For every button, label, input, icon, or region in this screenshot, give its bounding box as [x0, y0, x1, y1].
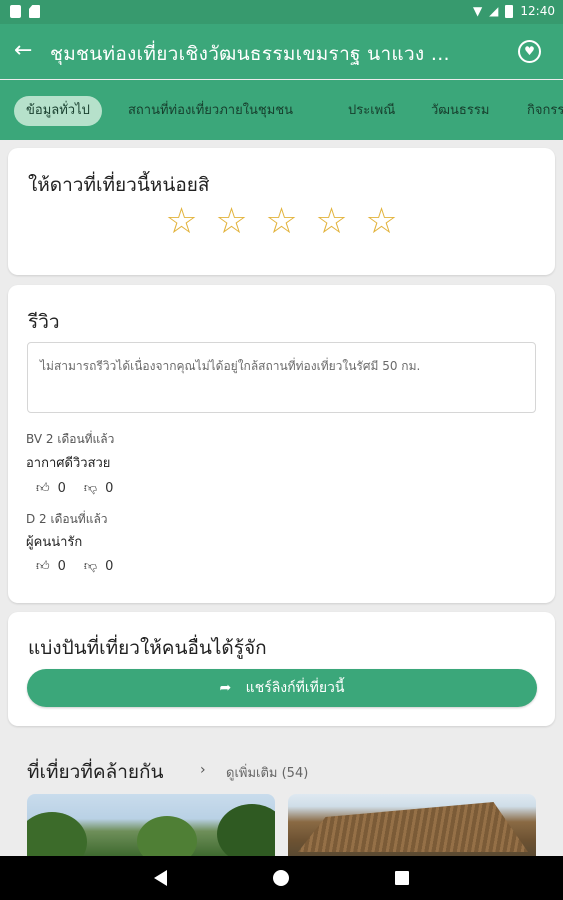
star-icon-4[interactable]: ☆ — [313, 204, 350, 240]
dislike-count: 0 — [105, 559, 114, 574]
nav-recents-icon[interactable] — [395, 871, 409, 885]
thumbs-up-icon: 👍︎ — [36, 559, 50, 574]
share-card: แบ่งปันที่เที่ยวให้คนอื่นได้รู้จัก ➦ แชร… — [8, 612, 555, 726]
similar-place-image-2[interactable] — [288, 794, 536, 856]
share-link-button[interactable]: ➦ แชร์ลิงก์ที่เที่ยวนี้ — [27, 669, 537, 707]
notification-icon — [10, 5, 21, 18]
review-meta: D 2 เดือนที่แล้ว — [26, 512, 108, 526]
dislike-button[interactable]: 👎︎ 0 — [84, 481, 113, 496]
star-rating: ☆ ☆ ☆ ☆ ☆ — [163, 204, 400, 240]
share-title: แบ่งปันที่เที่ยวให้คนอื่นได้รู้จัก — [28, 637, 267, 659]
chevron-right-icon[interactable]: › — [200, 762, 206, 778]
signal-icon: ◢ — [489, 4, 499, 18]
back-arrow-icon[interactable]: ← — [14, 38, 32, 64]
review-actions: 👍︎ 0 👎︎ 0 — [36, 559, 113, 574]
app-bar: ← ชุมชนท่องเที่ยวเชิงวัฒนธรรมเขมราฐ นาแว… — [0, 24, 563, 79]
review-text: ผู้คนน่ารัก — [26, 535, 83, 550]
status-time: 12:40 — [520, 4, 555, 18]
tab-traditions[interactable]: ประเพณี — [336, 96, 407, 126]
review-title: รีวิว — [28, 311, 60, 333]
see-more-link[interactable]: ดูเพิ่มเติม (54) — [226, 762, 308, 783]
battery-icon — [505, 4, 514, 18]
share-button-label: แชร์ลิงก์ที่เที่ยวนี้ — [245, 680, 345, 696]
nav-home-icon[interactable] — [273, 870, 289, 886]
review-text: อากาศดีวิวสวย — [26, 456, 111, 471]
thumbs-down-icon: 👎︎ — [83, 559, 98, 574]
tab-attractions[interactable]: สถานที่ท่องเที่ยวภายในชุมชน — [116, 96, 305, 126]
status-bar: ▼ ◢ 12:40 — [0, 0, 563, 24]
thumbs-up-icon: 👍︎ — [36, 481, 50, 496]
page-title: ชุมชนท่องเที่ยวเชิงวัฒนธรรมเขมราฐ นาแวง … — [50, 43, 450, 65]
share-arrow-icon: ➦ — [219, 680, 232, 696]
favorite-heart-icon[interactable]: ♥ — [518, 40, 541, 63]
sd-card-icon — [29, 5, 40, 18]
rating-card: ให้ดาวที่เที่ยวนี้หน่อยสิ ☆ ☆ ☆ ☆ ☆ — [8, 148, 555, 275]
tab-bar: ข้อมูลทั่วไป สถานที่ท่องเที่ยวภายในชุมชน… — [0, 80, 563, 140]
like-count: 0 — [57, 481, 66, 496]
rating-title: ให้ดาวที่เที่ยวนี้หน่อยสิ — [28, 174, 210, 196]
like-button[interactable]: 👍︎ 0 — [36, 559, 66, 574]
dislike-button[interactable]: 👎︎ 0 — [84, 559, 113, 574]
star-icon-1[interactable]: ☆ — [163, 204, 200, 240]
review-meta: BV 2 เดือนที่แล้ว — [26, 432, 115, 446]
like-count: 0 — [57, 559, 66, 574]
wifi-icon: ▼ — [472, 4, 483, 18]
review-card: รีวิว ไม่สามารถรีวิวได้เนื่องจากคุณไม่ได… — [8, 285, 555, 603]
similar-place-image-1[interactable] — [27, 794, 275, 856]
nav-back-icon[interactable] — [154, 870, 167, 886]
review-actions: 👍︎ 0 👎︎ 0 — [36, 481, 113, 496]
tab-general-info[interactable]: ข้อมูลทั่วไป — [14, 96, 102, 126]
thumbs-down-icon: 👎︎ — [83, 481, 98, 496]
star-icon-3[interactable]: ☆ — [263, 204, 300, 240]
similar-places-title: ที่เที่ยวที่คล้ายกัน — [27, 761, 164, 783]
dislike-count: 0 — [105, 481, 114, 496]
review-notice: ไม่สามารถรีวิวได้เนื่องจากคุณไม่ได้อยู่ใ… — [27, 342, 536, 413]
star-icon-5[interactable]: ☆ — [363, 204, 400, 240]
tab-culture[interactable]: วัฒนธรรม — [419, 96, 501, 126]
system-nav-bar — [0, 856, 563, 900]
tab-activities[interactable]: กิจกรรม — [515, 96, 563, 126]
like-button[interactable]: 👍︎ 0 — [36, 481, 66, 496]
star-icon-2[interactable]: ☆ — [213, 204, 250, 240]
